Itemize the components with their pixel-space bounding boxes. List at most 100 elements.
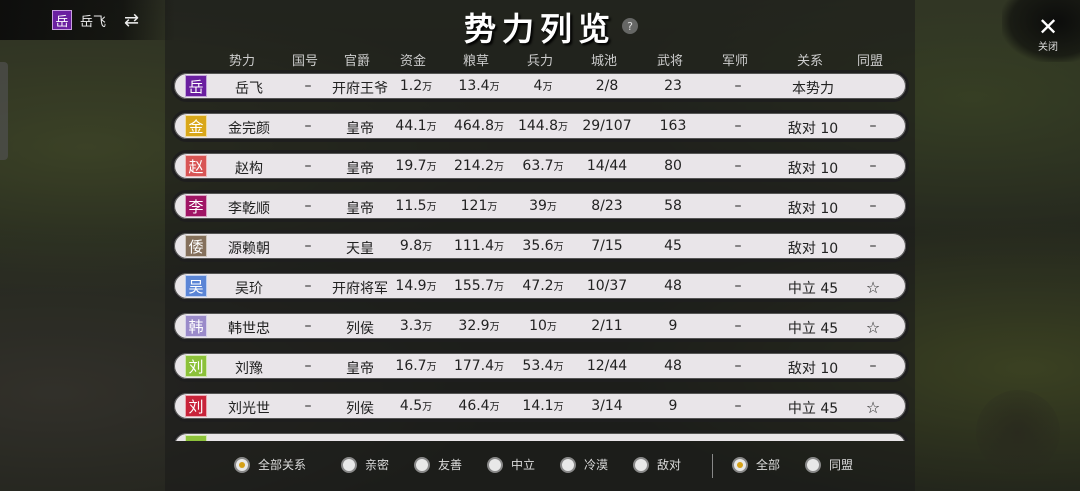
filter-relation-option[interactable]: 中立 <box>487 456 535 473</box>
table-row[interactable]: 李李乾顺 – 皇帝 11.5万 121万 39万 8/23 58– 敌对 10– <box>171 190 909 222</box>
filter-relation-option[interactable]: 冷漠 <box>560 456 608 473</box>
radio-button[interactable] <box>805 456 821 473</box>
table-row[interactable]: 倭源赖朝 – 天皇 9.8万 111.4万 35.6万 7/15 45– 敌对 10– <box>171 230 909 262</box>
filter-alliance-option[interactable]: 全部 <box>732 456 780 473</box>
radio-button[interactable] <box>341 456 357 473</box>
cell-unit: 万 <box>422 82 433 93</box>
cell-guanjue: 皇帝 <box>346 201 374 217</box>
cell-tongmeng: – <box>869 198 877 214</box>
cell-guanxi: 敌对 10 <box>787 201 839 217</box>
cell-value: 155.7 <box>453 278 495 294</box>
cell-chengchi: 29/107 <box>582 118 632 134</box>
faction-flag <box>185 435 207 441</box>
filter-alliance-option[interactable]: 同盟 <box>805 456 853 473</box>
cell-unit: 万 <box>553 282 564 293</box>
cell-bingli: 14.1万 <box>522 398 563 414</box>
radio-button[interactable] <box>414 456 430 473</box>
cell-unit: 万 <box>426 362 437 373</box>
cell-zijin: 9.8万 <box>400 238 432 254</box>
table-row[interactable]: 韩韩世忠 – 列侯 3.3万 32.9万 10万 2/11 9– 中立 45 ☆ <box>171 310 909 342</box>
header-col-wujiang: 武将 <box>656 54 684 69</box>
table-row[interactable]: 金金完颜 – 皇帝 44.1万 464.8万 144.8万 29/107 163– 敌对 10– <box>171 110 909 142</box>
cell-unit: 万 <box>494 282 505 293</box>
header-col-chengchi: 城池 <box>590 54 618 69</box>
radio-button[interactable] <box>732 456 748 473</box>
cell-zijin: 19.7万 <box>395 158 436 174</box>
filter-relation-option[interactable]: 全部关系 <box>234 456 306 473</box>
faction-flag: 倭 <box>185 235 207 257</box>
faction-flag: 岳 <box>185 75 207 97</box>
cell-tongmeng[interactable]: ☆ <box>866 318 880 337</box>
cell-chengchi: 2/11 <box>591 318 623 334</box>
radio-button[interactable] <box>560 456 576 473</box>
cell-value: 35.6 <box>522 238 554 254</box>
cell-unit: 万 <box>494 162 505 173</box>
cell-guanjue: 列侯 <box>346 401 374 417</box>
cell-value: 3.3 <box>399 318 423 334</box>
cell-value: 464.8 <box>453 118 495 134</box>
cell-unit: 万 <box>426 282 437 293</box>
faction-flag: 赵 <box>185 155 207 177</box>
radio-button[interactable] <box>487 456 503 473</box>
filter-divider <box>712 454 713 478</box>
side-handle[interactable] <box>0 62 8 160</box>
table-row[interactable] <box>171 430 909 441</box>
cell-guohao: – <box>304 278 312 294</box>
header-col-tongmeng: 同盟 <box>856 54 884 69</box>
table-row[interactable]: 岳岳飞 – 开府王爷 1.2万 13.4万 4万 2/8 23– 本势力 <box>171 70 909 102</box>
cell-value: 11.5 <box>395 198 427 214</box>
cell-tongmeng[interactable]: ☆ <box>866 278 880 297</box>
cell-faction: 李乾顺 <box>228 201 270 217</box>
cell-liangcao: 155.7万 <box>454 278 504 294</box>
table-header: 势力 国号 官爵 资金 粮草 兵力 城池 武将 军师 关系 同盟 <box>0 50 1080 70</box>
cell-guanxi: 中立 45 <box>787 401 839 417</box>
cell-junshi: – <box>734 358 742 374</box>
cell-unit: 万 <box>422 322 433 333</box>
filter-label: 亲密 <box>365 458 390 472</box>
table-row[interactable]: 吴吴玠 – 开府将军 14.9万 155.7万 47.2万 10/37 48– 中立 45 ☆ <box>171 270 909 302</box>
faction-flag: 刘 <box>185 395 207 417</box>
help-icon[interactable]: ? <box>622 18 638 34</box>
cell-value: 47.2 <box>522 278 554 294</box>
cell-liangcao: 121万 <box>461 198 498 214</box>
faction-table[interactable]: 岳岳飞 – 开府王爷 1.2万 13.4万 4万 2/8 23– 本势力金金完颜 – 皇帝 44.1万… <box>171 70 909 441</box>
cell-unit: 万 <box>489 322 500 333</box>
cell-bingli: 63.7万 <box>522 158 563 174</box>
filter-relation-option[interactable]: 敌对 <box>633 456 681 473</box>
cell-unit: 万 <box>553 402 564 413</box>
cell-value: 19.7 <box>395 158 427 174</box>
filter-relation-option[interactable]: 友善 <box>414 456 462 473</box>
cell-wujiang: 45 <box>664 238 682 254</box>
table-row[interactable]: 赵赵构 – 皇帝 19.7万 214.2万 63.7万 14/44 80– 敌对 10– <box>171 150 909 182</box>
cell-liangcao: 32.9万 <box>458 318 499 334</box>
cell-unit: 万 <box>553 162 564 173</box>
cell-faction: 吴玠 <box>235 281 263 297</box>
cell-value: 4 <box>533 78 543 94</box>
cell-zijin: 14.9万 <box>395 278 436 294</box>
cell-value: 9.8 <box>399 238 423 254</box>
cell-unit: 万 <box>487 202 498 213</box>
cell-tongmeng: – <box>869 158 877 174</box>
cell-wujiang: 48 <box>664 278 682 294</box>
cell-tongmeng[interactable]: ☆ <box>866 398 880 417</box>
cell-unit: 万 <box>542 82 553 93</box>
cell-guanjue: 皇帝 <box>346 121 374 137</box>
cell-unit: 万 <box>489 82 500 93</box>
table-row[interactable]: 刘刘豫 – 皇帝 16.7万 177.4万 53.4万 12/44 48– 敌对 10– <box>171 350 909 382</box>
cell-faction: 韩世忠 <box>228 321 270 337</box>
cell-junshi: – <box>734 158 742 174</box>
cell-chengchi: 8/23 <box>591 198 623 214</box>
radio-button[interactable] <box>633 456 649 473</box>
cell-guanxi: 敌对 10 <box>787 241 839 257</box>
radio-button[interactable] <box>234 456 250 473</box>
cell-unit: 万 <box>422 242 433 253</box>
filter-relation-option[interactable]: 亲密 <box>341 456 389 473</box>
faction-flag: 吴 <box>185 275 207 297</box>
cell-liangcao: 46.4万 <box>458 398 499 414</box>
cell-tongmeng: – <box>869 238 877 254</box>
cell-chengchi: 2/8 <box>595 78 619 94</box>
table-row[interactable]: 刘刘光世 – 列侯 4.5万 46.4万 14.1万 3/14 9– 中立 45 ☆ <box>171 390 909 422</box>
cell-chengchi: 3/14 <box>591 398 623 414</box>
cell-guohao: – <box>304 318 312 334</box>
cell-faction: 岳飞 <box>235 81 263 97</box>
